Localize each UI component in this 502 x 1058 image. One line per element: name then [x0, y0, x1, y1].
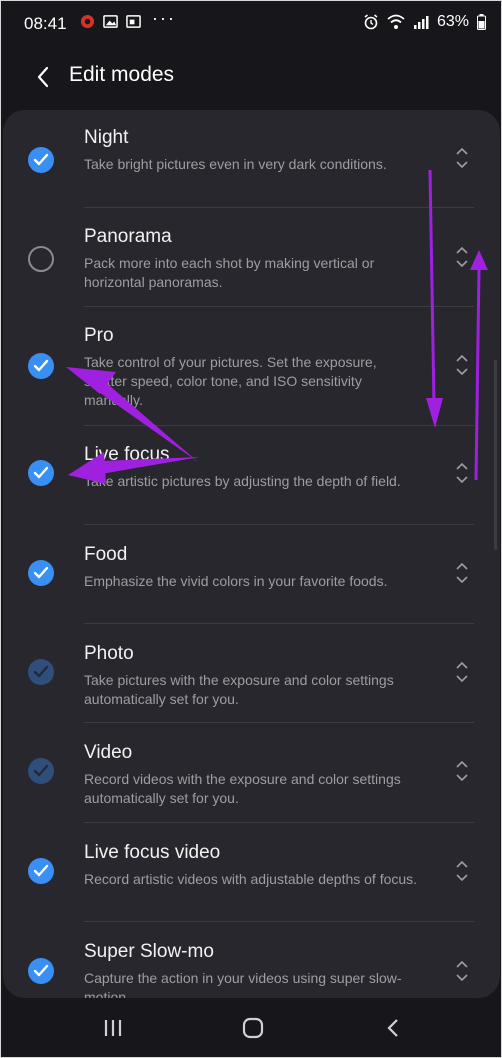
mode-checkbox-video[interactable]: [28, 758, 54, 784]
mode-title: Video: [84, 742, 133, 763]
divider: [84, 822, 474, 823]
status-time: 08:41: [24, 14, 67, 33]
system-icons: 63%: [363, 13, 486, 31]
reorder-handle[interactable]: [450, 458, 474, 488]
signal-icon: [413, 16, 429, 29]
mode-item-night[interactable]: Night Take bright pictures even in very …: [3, 127, 500, 211]
mode-checkbox-food[interactable]: [28, 560, 54, 586]
reorder-icon: [456, 661, 468, 683]
reorder-icon: [456, 860, 468, 882]
mode-title: Live focus: [84, 444, 170, 465]
mode-description: Emphasize the vivid colors in your favor…: [84, 573, 388, 589]
mode-item-video[interactable]: Video Record videos with the exposure an…: [3, 742, 500, 826]
reorder-icon: [456, 462, 468, 484]
scrollbar-thumb[interactable]: [494, 360, 497, 550]
mode-item-super-slow-mo[interactable]: Super Slow-mo Capture the action in your…: [3, 941, 500, 998]
mode-checkbox-photo[interactable]: [28, 659, 54, 685]
checkmark-icon: [33, 466, 49, 479]
reorder-icon: [456, 246, 468, 268]
back-arrow-icon: [37, 66, 49, 88]
checkmark-icon: [33, 665, 49, 678]
mode-checkbox-night[interactable]: [28, 147, 54, 173]
mode-item-food[interactable]: Food Emphasize the vivid colors in your …: [3, 544, 500, 628]
mode-item-live-focus-video[interactable]: Live focus video Record artistic videos …: [3, 842, 500, 926]
alarm-icon: [364, 14, 378, 30]
reorder-handle[interactable]: [450, 143, 474, 173]
mode-description: Record artistic videos with adjustable d…: [84, 871, 418, 887]
battery-icon: [477, 14, 486, 30]
wifi-icon: [387, 14, 405, 29]
divider: [84, 425, 474, 426]
home-button[interactable]: [236, 1013, 270, 1043]
mode-item-photo[interactable]: Photo Take pictures with the exposure an…: [3, 643, 500, 727]
mode-description: Capture the action in your videos using …: [84, 970, 402, 998]
divider: [84, 207, 474, 208]
mode-description: Take artistic pictures by adjusting the …: [84, 473, 401, 489]
mode-checkbox-super-slow-mo[interactable]: [28, 958, 54, 984]
mode-description: Take control of your pictures. Set the e…: [84, 354, 377, 408]
nav-back-icon: [387, 1019, 398, 1037]
divider: [84, 524, 474, 525]
more-notifications-icon: ···: [152, 8, 176, 28]
reorder-icon: [456, 760, 468, 782]
mode-item-pro[interactable]: Pro Take control of your pictures. Set t…: [3, 325, 500, 429]
reorder-handle[interactable]: [450, 956, 474, 986]
reorder-handle[interactable]: [450, 756, 474, 786]
mode-description: Take bright pictures even in very dark c…: [84, 156, 387, 172]
mode-description: Take pictures with the exposure and colo…: [84, 672, 394, 707]
app-notification-icon: [80, 14, 95, 29]
mode-item-panorama[interactable]: Panorama Pack more into each shot by mak…: [3, 226, 500, 310]
mode-description: Record videos with the exposure and colo…: [84, 771, 401, 806]
reorder-icon: [456, 147, 468, 169]
screenshot-icon: [126, 15, 141, 28]
reorder-handle[interactable]: [450, 242, 474, 272]
mode-title: Night: [84, 127, 129, 148]
divider: [84, 306, 474, 307]
mode-title: Live focus video: [84, 842, 221, 863]
reorder-handle[interactable]: [450, 657, 474, 687]
checkmark-icon: [33, 864, 49, 877]
mode-title: Panorama: [84, 226, 172, 247]
reorder-handle[interactable]: [450, 558, 474, 588]
divider: [84, 921, 474, 922]
checkmark-icon: [33, 359, 49, 372]
mode-checkbox-live-focus-video[interactable]: [28, 858, 54, 884]
mode-title: Photo: [84, 643, 134, 664]
divider: [84, 722, 474, 723]
status-bar: 08:41 ··· 63%: [0, 0, 502, 48]
recent-apps-button[interactable]: [96, 1013, 130, 1043]
reorder-icon: [456, 354, 468, 376]
recent-apps-icon: [104, 1020, 122, 1036]
divider: [84, 623, 474, 624]
checkmark-icon: [33, 964, 49, 977]
battery-percent: 63%: [436, 13, 469, 30]
mode-item-live-focus[interactable]: Live focus Take artistic pictures by adj…: [3, 444, 500, 528]
checkmark-icon: [33, 566, 49, 579]
home-icon: [242, 1017, 264, 1039]
app-header: Edit modes: [0, 48, 502, 108]
reorder-icon: [456, 562, 468, 584]
checkmark-icon: [33, 153, 49, 166]
reorder-icon: [456, 960, 468, 982]
page-title: Edit modes: [69, 63, 175, 86]
reorder-handle[interactable]: [450, 856, 474, 886]
back-button[interactable]: [28, 62, 58, 92]
modes-list: Night Take bright pictures even in very …: [3, 110, 500, 998]
reorder-handle[interactable]: [450, 350, 474, 380]
nav-back-button[interactable]: [376, 1013, 410, 1043]
mode-title: Super Slow-mo: [84, 941, 214, 962]
notification-icons: [80, 14, 141, 29]
navigation-bar: [0, 999, 502, 1058]
mode-checkbox-pro[interactable]: [28, 353, 54, 379]
mode-checkbox-panorama[interactable]: [28, 246, 54, 272]
gallery-icon: [103, 15, 118, 28]
checkmark-icon: [33, 764, 49, 777]
mode-checkbox-live-focus[interactable]: [28, 460, 54, 486]
mode-title: Pro: [84, 325, 114, 346]
mode-description: Pack more into each shot by making verti…: [84, 255, 375, 290]
mode-title: Food: [84, 544, 128, 565]
